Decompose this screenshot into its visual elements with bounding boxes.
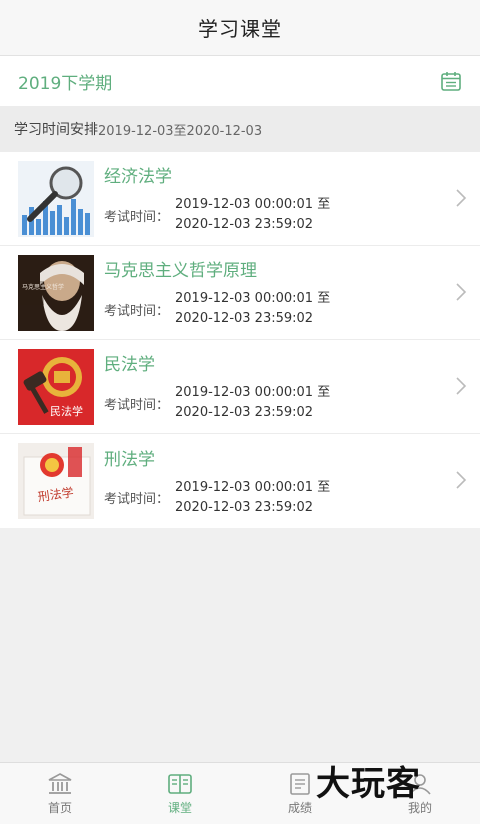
course-thumbnail: 民法学 [18, 348, 94, 425]
course-thumbnail: 马克思主义哲学 [18, 254, 94, 331]
home-bank-icon [48, 772, 72, 794]
tab-grades[interactable]: 成绩 [240, 763, 360, 824]
schedule-prefix: 学习时间安排 [14, 122, 98, 138]
semester-bar[interactable]: 2019下学期 [0, 56, 480, 106]
chevron-right-icon [456, 377, 467, 395]
course-name: 经济法学 [104, 167, 172, 187]
schedule-range: 2019-12-03至2020-12-03 [98, 123, 263, 139]
tab-mine[interactable]: 我的 [360, 763, 480, 824]
course-row[interactable]: 刑法学 刑法学 考试时间： 2019-12-03 00:00:01 至 2020… [0, 434, 480, 528]
schedule-bar: 学习时间安排 2019-12-03至2020-12-03 [0, 106, 480, 152]
tab-label: 我的 [407, 800, 432, 815]
exam-start: 2019-12-03 00:00:01 至 [175, 197, 331, 212]
course-thumbnail: 刑法学 [18, 443, 94, 519]
exam-end: 2020-12-03 23:59:02 [175, 499, 314, 515]
exam-start: 2019-12-03 00:00:01 至 [175, 291, 331, 306]
exam-time-label: 考试时间： [104, 492, 170, 507]
chevron-right-icon [456, 471, 467, 489]
report-icon [290, 772, 310, 795]
exam-end: 2020-12-03 23:59:02 [175, 311, 314, 326]
calendar-icon[interactable] [440, 70, 462, 92]
course-name: 民法学 [104, 355, 155, 375]
thumb-caption: 民法学 [50, 404, 83, 418]
magnifier-chart-image [18, 160, 94, 237]
chevron-right-icon [456, 283, 467, 301]
course-name: 刑法学 [104, 449, 155, 470]
course-row[interactable]: 马克思主义哲学 马克思主义哲学原理 考试时间： 2019-12-03 00:00… [0, 246, 480, 340]
tab-label: 首页 [47, 800, 72, 815]
bottom-tab-bar: 首页 课堂 成绩 我的 [0, 762, 480, 824]
portrait-image: 马克思主义哲学 [18, 254, 94, 331]
exam-start: 2019-12-03 00:00:01 至 [175, 479, 331, 495]
tab-classroom[interactable]: 课堂 [120, 763, 240, 824]
course-list: 经济法学 考试时间： 2019-12-03 00:00:01 至 2020-12… [0, 152, 480, 528]
exam-end: 2020-12-03 23:59:02 [175, 217, 314, 232]
course-thumbnail [18, 160, 94, 237]
course-name: 马克思主义哲学原理 [104, 261, 257, 281]
course-row[interactable]: 民法学 民法学 考试时间： 2019-12-03 00:00:01 至 2020… [0, 340, 480, 434]
semester-label[interactable]: 2019下学期 [18, 69, 112, 94]
exam-time-label: 考试时间： [104, 397, 170, 413]
tab-label: 成绩 [287, 800, 312, 815]
profile-icon [409, 773, 431, 795]
emblem-book-image: 刑法学 [18, 443, 94, 519]
thumb-caption: 马克思主义哲学 [22, 283, 64, 291]
course-row[interactable]: 经济法学 考试时间： 2019-12-03 00:00:01 至 2020-12… [0, 152, 480, 246]
chevron-right-icon [456, 189, 467, 207]
exam-time-label: 考试时间： [104, 303, 170, 319]
emblem-gavel-image: 民法学 [18, 348, 94, 425]
tab-home[interactable]: 首页 [0, 763, 120, 824]
page-title: 学习课堂 [198, 17, 282, 41]
exam-time-label: 考试时间： [104, 209, 170, 225]
top-bar: 学习课堂 [0, 0, 480, 56]
exam-end: 2020-12-03 23:59:02 [175, 405, 314, 420]
exam-start: 2019-12-03 00:00:01 至 [175, 385, 331, 400]
book-icon [168, 773, 192, 794]
tab-label: 课堂 [167, 800, 192, 815]
